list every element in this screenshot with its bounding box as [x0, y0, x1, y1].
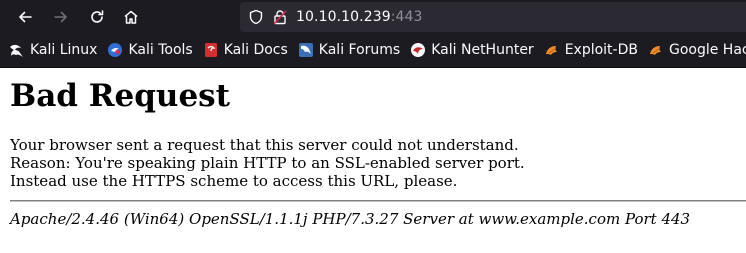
ghdb-icon: [648, 42, 664, 58]
forward-button[interactable]: [44, 0, 78, 33]
error-message: Your browser sent a request that this se…: [10, 136, 736, 190]
bookmark-label: Kali Forums: [318, 42, 401, 58]
kali-forums-icon: [298, 42, 314, 58]
bookmark-google-hacking[interactable]: Google Hacking: [648, 42, 746, 58]
reload-button[interactable]: [80, 0, 114, 33]
url-host: 10.10.10.239: [296, 9, 391, 25]
bookmarks-toolbar: Kali Linux Kali Tools Kali Docs Kali For…: [0, 33, 746, 67]
home-icon: [124, 10, 138, 24]
bookmark-label: Kali NetHunter: [431, 42, 534, 58]
error-line-2: Reason: You're speaking plain HTTP to an…: [10, 154, 525, 172]
kali-docs-icon: [203, 42, 219, 58]
url-port: :443: [390, 9, 423, 25]
bookmark-label: Kali Linux: [30, 42, 98, 58]
bookmark-kali-nethunter[interactable]: Kali NetHunter: [410, 42, 534, 58]
insecure-lock-icon[interactable]: [272, 9, 288, 25]
bookmark-exploit-db[interactable]: Exploit-DB: [544, 42, 638, 58]
exploit-db-icon: [544, 42, 560, 58]
forward-arrow-icon: [54, 11, 67, 22]
page-content: Bad Request Your browser sent a request …: [0, 67, 746, 228]
home-button[interactable]: [114, 0, 148, 33]
bookmark-label: Google Hacking: [668, 42, 746, 58]
back-button[interactable]: [8, 0, 42, 33]
error-line-3: Instead use the HTTPS scheme to access t…: [10, 172, 458, 190]
bookmark-kali-tools[interactable]: Kali Tools: [107, 42, 193, 58]
bookmark-label: Kali Docs: [223, 42, 288, 58]
navigation-toolbar: 10.10.10.239:443: [0, 0, 746, 33]
nethunter-icon: [410, 42, 426, 58]
server-signature: Apache/2.4.46 (Win64) OpenSSL/1.1.1j PHP…: [10, 210, 691, 228]
url-bar[interactable]: 10.10.10.239:443: [240, 2, 746, 32]
browser-chrome: 10.10.10.239:443 Kali Linux Kali Tools K…: [0, 0, 746, 67]
shield-icon[interactable]: [248, 9, 264, 25]
bookmark-kali-forums[interactable]: Kali Forums: [298, 42, 400, 58]
error-line-1: Your browser sent a request that this se…: [10, 136, 519, 154]
bookmark-kali-docs[interactable]: Kali Docs: [203, 42, 288, 58]
bookmark-label: Kali Tools: [128, 42, 193, 58]
back-arrow-icon: [19, 11, 32, 22]
bookmark-label: Exploit-DB: [564, 42, 638, 58]
reload-icon: [91, 9, 104, 23]
page-heading: Bad Request: [10, 78, 230, 114]
bookmark-kali-linux[interactable]: Kali Linux: [9, 42, 97, 58]
divider: [10, 200, 746, 202]
kali-dragon-icon: [9, 42, 25, 58]
kali-tools-icon: [107, 42, 123, 58]
url-text[interactable]: 10.10.10.239:443: [296, 9, 423, 25]
